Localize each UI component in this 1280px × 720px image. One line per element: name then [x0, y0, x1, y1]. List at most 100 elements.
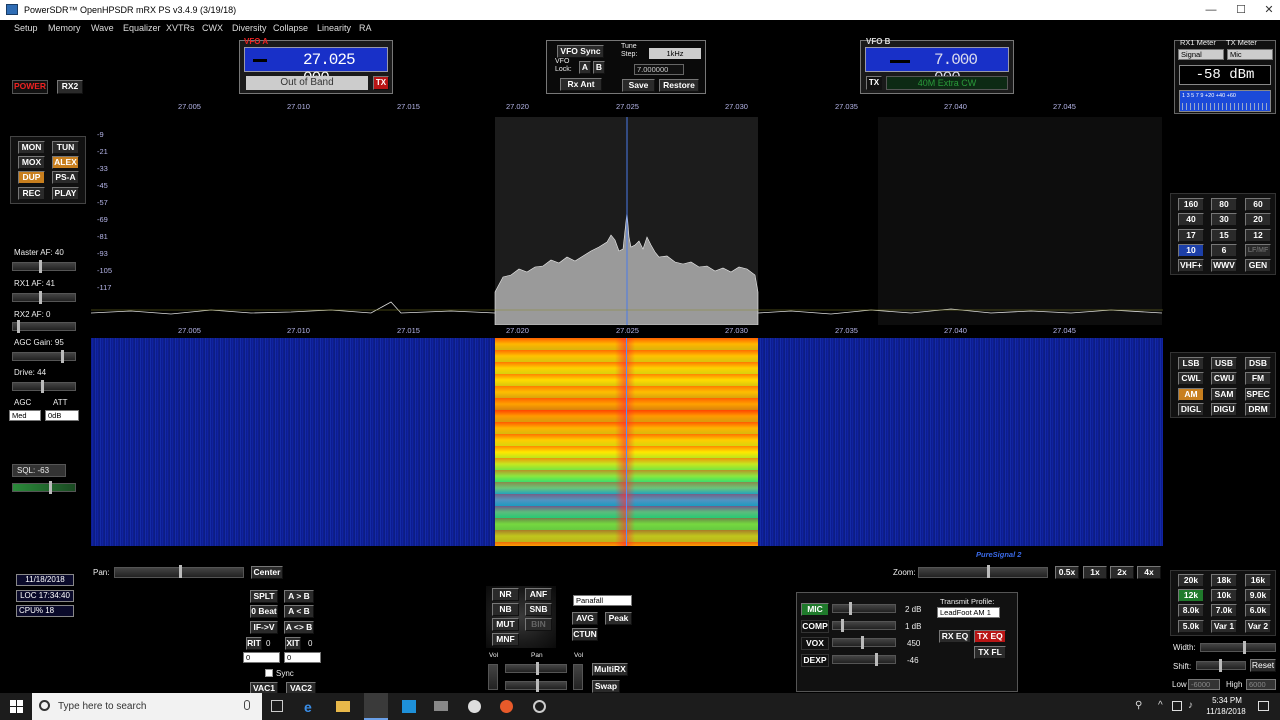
- filter-reset-button[interactable]: Reset: [1250, 659, 1276, 672]
- rx1-af-slider[interactable]: [12, 291, 76, 304]
- peak-button[interactable]: Peak: [605, 612, 632, 625]
- anf-button[interactable]: ANF: [525, 588, 552, 601]
- clock-date[interactable]: 11/18/2018: [1200, 707, 1252, 716]
- filter-low-field[interactable]: -6000: [1188, 679, 1220, 690]
- mic-slider[interactable]: [832, 602, 896, 615]
- clock-time[interactable]: 5:34 PM: [1207, 696, 1247, 705]
- a-swap-b-button[interactable]: A <> B: [284, 621, 314, 634]
- ctun-button[interactable]: CTUN: [572, 628, 598, 641]
- menu-xvtrs[interactable]: XVTRs: [166, 23, 195, 33]
- file-explorer-icon[interactable]: [336, 701, 350, 712]
- att-select[interactable]: 0dB: [45, 410, 79, 421]
- b-to-a-button[interactable]: A < B: [284, 605, 314, 618]
- pan-slider[interactable]: [114, 565, 244, 578]
- menu-equalizer[interactable]: Equalizer: [123, 23, 161, 33]
- avg-button[interactable]: AVG: [572, 612, 598, 625]
- master-af-slider[interactable]: [12, 260, 76, 273]
- band-vhf[interactable]: VHF+: [1178, 259, 1204, 272]
- filter-10k[interactable]: 10k: [1211, 589, 1237, 602]
- search-box[interactable]: Type here to search: [32, 693, 262, 720]
- pan-center-button[interactable]: Center: [251, 566, 283, 579]
- rx-ant-button[interactable]: Rx Ant: [560, 78, 602, 91]
- xit-spinner[interactable]: 0: [284, 652, 321, 663]
- comp-button[interactable]: COMP: [801, 620, 829, 633]
- swap-button[interactable]: Swap: [592, 680, 620, 693]
- restore-button[interactable]: Restore: [659, 79, 699, 92]
- band-17[interactable]: 17: [1178, 229, 1204, 242]
- save-button[interactable]: Save: [622, 79, 655, 92]
- xit-button[interactable]: XIT: [285, 637, 301, 650]
- pan-balance-slider[interactable]: [505, 662, 567, 675]
- filter-shift-slider[interactable]: [1196, 659, 1246, 672]
- vox-button[interactable]: VOX: [801, 637, 829, 650]
- zoom-slider[interactable]: [918, 565, 1048, 578]
- filter-18k[interactable]: 18k: [1211, 574, 1237, 587]
- vfo-a-tx-button[interactable]: TX: [373, 76, 389, 90]
- comp-slider[interactable]: [832, 619, 896, 632]
- menu-diversity[interactable]: Diversity: [232, 23, 267, 33]
- vfo-a-frequency[interactable]: 27.025 000: [244, 47, 388, 87]
- band-20[interactable]: 20: [1245, 213, 1271, 226]
- ps-a-button[interactable]: PS-A: [52, 171, 79, 184]
- tun-button[interactable]: TUN: [52, 141, 79, 154]
- vfo-b-frequency[interactable]: 7.000 000: [865, 47, 1009, 87]
- mon-button[interactable]: MON: [18, 141, 45, 154]
- menu-ra[interactable]: RA: [359, 23, 372, 33]
- band-12[interactable]: 12: [1245, 229, 1271, 242]
- dexp-button[interactable]: DEXP: [801, 654, 829, 667]
- mode-fm[interactable]: FM: [1245, 372, 1271, 385]
- step-frequency-field[interactable]: 7.000000: [634, 64, 684, 75]
- task-view-icon[interactable]: [271, 700, 283, 712]
- menu-setup[interactable]: Setup: [14, 23, 38, 33]
- network-icon[interactable]: [1172, 701, 1182, 711]
- firefox-icon[interactable]: [500, 700, 513, 713]
- mode-sam[interactable]: SAM: [1211, 388, 1237, 401]
- people-icon[interactable]: ⚲: [1135, 700, 1142, 711]
- start-button[interactable]: [10, 700, 23, 713]
- band-160[interactable]: 160: [1178, 198, 1204, 211]
- mode-lsb[interactable]: LSB: [1178, 357, 1204, 370]
- snb-button[interactable]: SNB: [525, 603, 552, 616]
- tx-fl-button[interactable]: TX FL: [974, 646, 1006, 659]
- menu-collapse[interactable]: Collapse: [273, 23, 308, 33]
- filter-7k[interactable]: 7.0k: [1211, 604, 1237, 617]
- tx-eq-button[interactable]: TX EQ: [974, 630, 1006, 643]
- band-10[interactable]: 10: [1178, 244, 1204, 257]
- sync-checkbox[interactable]: [265, 669, 273, 677]
- menu-linearity[interactable]: Linearity: [317, 23, 351, 33]
- mut-button[interactable]: MUT: [492, 618, 519, 631]
- nb-button[interactable]: NB: [492, 603, 519, 616]
- powersdr-taskbar-icon[interactable]: [364, 693, 388, 720]
- volume-icon[interactable]: ♪: [1188, 700, 1193, 711]
- band-40[interactable]: 40: [1178, 213, 1204, 226]
- mode-dsb[interactable]: DSB: [1245, 357, 1271, 370]
- dexp-slider[interactable]: [832, 653, 896, 666]
- menu-cwx[interactable]: CWX: [202, 23, 223, 33]
- band-gen[interactable]: GEN: [1245, 259, 1271, 272]
- minimize-button[interactable]: —: [1196, 2, 1226, 18]
- zoom-4x[interactable]: 4x: [1137, 566, 1161, 579]
- bin-button[interactable]: BIN: [525, 618, 552, 631]
- drive-slider[interactable]: [12, 380, 76, 393]
- band-60[interactable]: 60: [1245, 198, 1271, 211]
- multirx-button[interactable]: MultiRX: [592, 663, 628, 676]
- vox-slider[interactable]: [832, 636, 896, 649]
- power-button[interactable]: POWER: [12, 80, 48, 94]
- if-v-button[interactable]: IF->V: [250, 621, 278, 634]
- rec-button[interactable]: REC: [18, 187, 45, 200]
- mode-drm[interactable]: DRM: [1245, 403, 1271, 416]
- dup-button[interactable]: DUP: [18, 171, 45, 184]
- alex-button[interactable]: ALEX: [52, 156, 79, 169]
- filter-12k[interactable]: 12k: [1178, 589, 1204, 602]
- filter-9k[interactable]: 9.0k: [1245, 589, 1271, 602]
- mic-button[interactable]: MIC: [801, 603, 829, 616]
- filter-width-slider[interactable]: [1200, 641, 1276, 654]
- zero-beat-button[interactable]: 0 Beat: [250, 605, 278, 618]
- mox-button[interactable]: MOX: [18, 156, 45, 169]
- zoom-1x[interactable]: 1x: [1083, 566, 1107, 579]
- zoom-0-5x[interactable]: 0.5x: [1055, 566, 1079, 579]
- band-wwv[interactable]: WWV: [1211, 259, 1237, 272]
- mode-digl[interactable]: DIGL: [1178, 403, 1204, 416]
- mode-usb[interactable]: USB: [1211, 357, 1237, 370]
- rx2-button[interactable]: RX2: [57, 80, 83, 94]
